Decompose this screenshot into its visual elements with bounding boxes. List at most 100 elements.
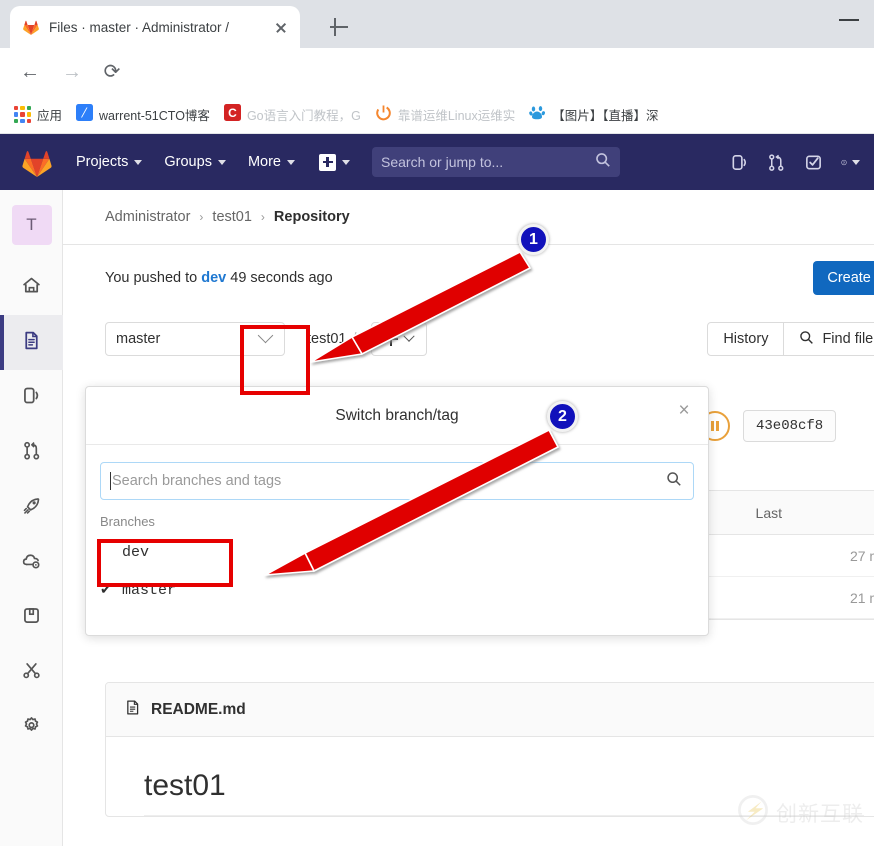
create-new-button[interactable] <box>319 153 350 171</box>
avatar: T <box>11 205 52 245</box>
breadcrumb-separator: › <box>199 210 204 224</box>
apps-grid-icon <box>14 106 31 123</box>
help-icon[interactable]: ? <box>841 153 860 172</box>
breadcrumb-item-administrator[interactable]: Administrator <box>105 209 190 225</box>
bookmark-apps[interactable]: 应用 <box>14 105 62 124</box>
add-to-tree-button[interactable] <box>370 322 427 356</box>
repo-action-buttons: History Find file Web IDE <box>707 322 874 356</box>
bookmark-label: 应用 <box>37 109 63 123</box>
sidebar-item-project-avatar[interactable]: T <box>0 190 63 260</box>
commit-time: 21 min <box>849 589 874 606</box>
push-notice-prefix: You pushed to <box>105 270 198 286</box>
path-repo-name[interactable]: test01 <box>307 331 347 347</box>
scissors-icon <box>21 660 42 686</box>
bookmark-label: 【图片】【直播】深 <box>552 109 659 123</box>
new-tab-button[interactable] <box>326 14 352 40</box>
sidebar-item-packages[interactable] <box>0 590 63 645</box>
search-icon[interactable] <box>666 471 682 492</box>
commit-time: 27 min <box>849 547 874 564</box>
find-file-button[interactable]: Find file <box>783 322 874 356</box>
plus-icon <box>384 332 398 346</box>
c-red-icon: C <box>223 103 241 126</box>
arrow-left-icon: ← <box>20 61 40 83</box>
watermark-text: 创新互联 <box>776 802 864 826</box>
branch-search-input[interactable]: Search branches and tags <box>100 462 694 500</box>
cloud-gear-icon <box>21 550 42 576</box>
breadcrumb-item-repository[interactable]: Repository <box>274 209 350 225</box>
bookmark-go-tutorial[interactable]: C Go语言入门教程，G <box>223 103 361 126</box>
reload-button[interactable]: ⟳ <box>98 58 126 86</box>
bookmark-linux-ops[interactable]: 靠谱运维Linux运维实 <box>375 104 515 126</box>
gitlab-logo-icon[interactable] <box>20 146 54 178</box>
navbar-item-label: More <box>247 154 281 170</box>
highlight-box-dev-branch <box>97 539 233 587</box>
breadcrumb-separator: › <box>260 210 265 224</box>
navbar-item-projects[interactable]: Projects <box>76 154 143 170</box>
watermark-logo-icon <box>736 793 770 832</box>
todos-icon[interactable] <box>804 153 823 172</box>
sidebar-item-settings[interactable] <box>0 700 63 755</box>
switch-branch-dropdown: Switch branch/tag × Search branches and … <box>85 386 709 636</box>
chevron-down-icon <box>287 159 295 165</box>
sidebar-item-snippets[interactable] <box>0 645 63 700</box>
chevron-down-icon <box>852 159 860 165</box>
create-merge-request-button[interactable]: Create merge <box>813 261 874 295</box>
latest-commit-row: 43e08cf8 <box>700 410 837 442</box>
browser-toolbar: ← → ⟳ 不安全 192.168.20.2/root/test01/tree/… <box>0 48 874 136</box>
bookmark-warrent-blog[interactable]: warrent-51CTO博客 <box>76 103 210 126</box>
watermark: 创新互联 <box>736 793 864 832</box>
commit-sha[interactable]: 43e08cf8 <box>743 410 837 442</box>
readme-filename: README.md <box>151 700 246 718</box>
bookmark-baidu[interactable]: 【图片】【直播】深 <box>529 104 659 126</box>
file-table-column-last: Last <box>755 504 782 521</box>
path-breadcrumb: test01 / <box>307 331 363 347</box>
merge-requests-icon[interactable] <box>767 153 786 172</box>
bookmark-label: Go语言入门教程，G <box>246 109 361 123</box>
navbar-item-more[interactable]: More <box>248 154 295 170</box>
push-notice-text: You pushed to dev 49 seconds ago <box>105 270 333 286</box>
sidebar-item-project-overview[interactable] <box>0 260 63 315</box>
browser-tab-strip: Files · master · Administrator / <box>0 0 874 48</box>
chevron-down-icon <box>217 159 226 165</box>
push-notice-branch[interactable]: dev <box>201 270 226 286</box>
svg-text:?: ? <box>843 160 845 164</box>
push-notice-row: You pushed to dev 49 seconds ago Create … <box>105 245 874 311</box>
close-icon[interactable]: × <box>674 401 694 421</box>
window-minimize-button[interactable] <box>838 12 860 26</box>
orange-ring-icon <box>375 104 392 126</box>
breadcrumb-item-test01[interactable]: test01 <box>212 209 252 225</box>
history-button[interactable]: History <box>707 322 785 356</box>
svg-text:C: C <box>228 106 237 120</box>
bookmarks-bar: 应用 warrent-51CTO博客 C Go语言入门教程，G 靠谱运维Linu… <box>0 96 874 134</box>
dropdown-header: Switch branch/tag × <box>86 387 708 445</box>
search-placeholder: Search or jump to... <box>381 154 504 170</box>
blue-note-icon <box>76 103 94 126</box>
sidebar-item-repository[interactable] <box>0 315 63 370</box>
dropdown-title: Switch branch/tag <box>335 406 459 424</box>
navbar-item-groups[interactable]: Groups <box>164 154 226 170</box>
navbar-item-label: Projects <box>76 154 129 170</box>
bookmark-label: warrent-51CTO博客 <box>99 109 210 123</box>
find-file-button-label: Find file <box>822 331 874 347</box>
sidebar-item-issues[interactable] <box>0 370 63 425</box>
repository-panel: You pushed to dev 49 seconds ago Create … <box>63 244 874 367</box>
screenshot-root: Files · master · Administrator / ← → ⟳ 不… <box>0 0 874 846</box>
sidebar-item-operations[interactable] <box>0 535 63 590</box>
plus-icon <box>319 153 336 171</box>
close-icon[interactable] <box>270 16 292 38</box>
back-button[interactable]: ← <box>16 58 44 86</box>
sidebar-item-merge-requests[interactable] <box>0 425 63 480</box>
navbar-item-label: Groups <box>164 154 212 170</box>
chevron-down-icon <box>342 159 350 165</box>
breadcrumb: Administrator › test01 › Repository <box>63 190 874 244</box>
readme-header[interactable]: README.md <box>106 683 874 737</box>
search-icon <box>595 152 611 173</box>
issues-icon <box>21 385 42 411</box>
search-input[interactable]: Search or jump to... <box>372 147 620 177</box>
issues-icon[interactable] <box>730 153 749 172</box>
sidebar-item-ci-cd[interactable] <box>0 480 63 535</box>
forward-button[interactable]: → <box>58 58 86 86</box>
gitlab-sidebar: T <box>0 190 63 846</box>
browser-tab[interactable]: Files · master · Administrator / <box>10 6 300 48</box>
navbar-right-icons: ? <box>730 153 874 172</box>
